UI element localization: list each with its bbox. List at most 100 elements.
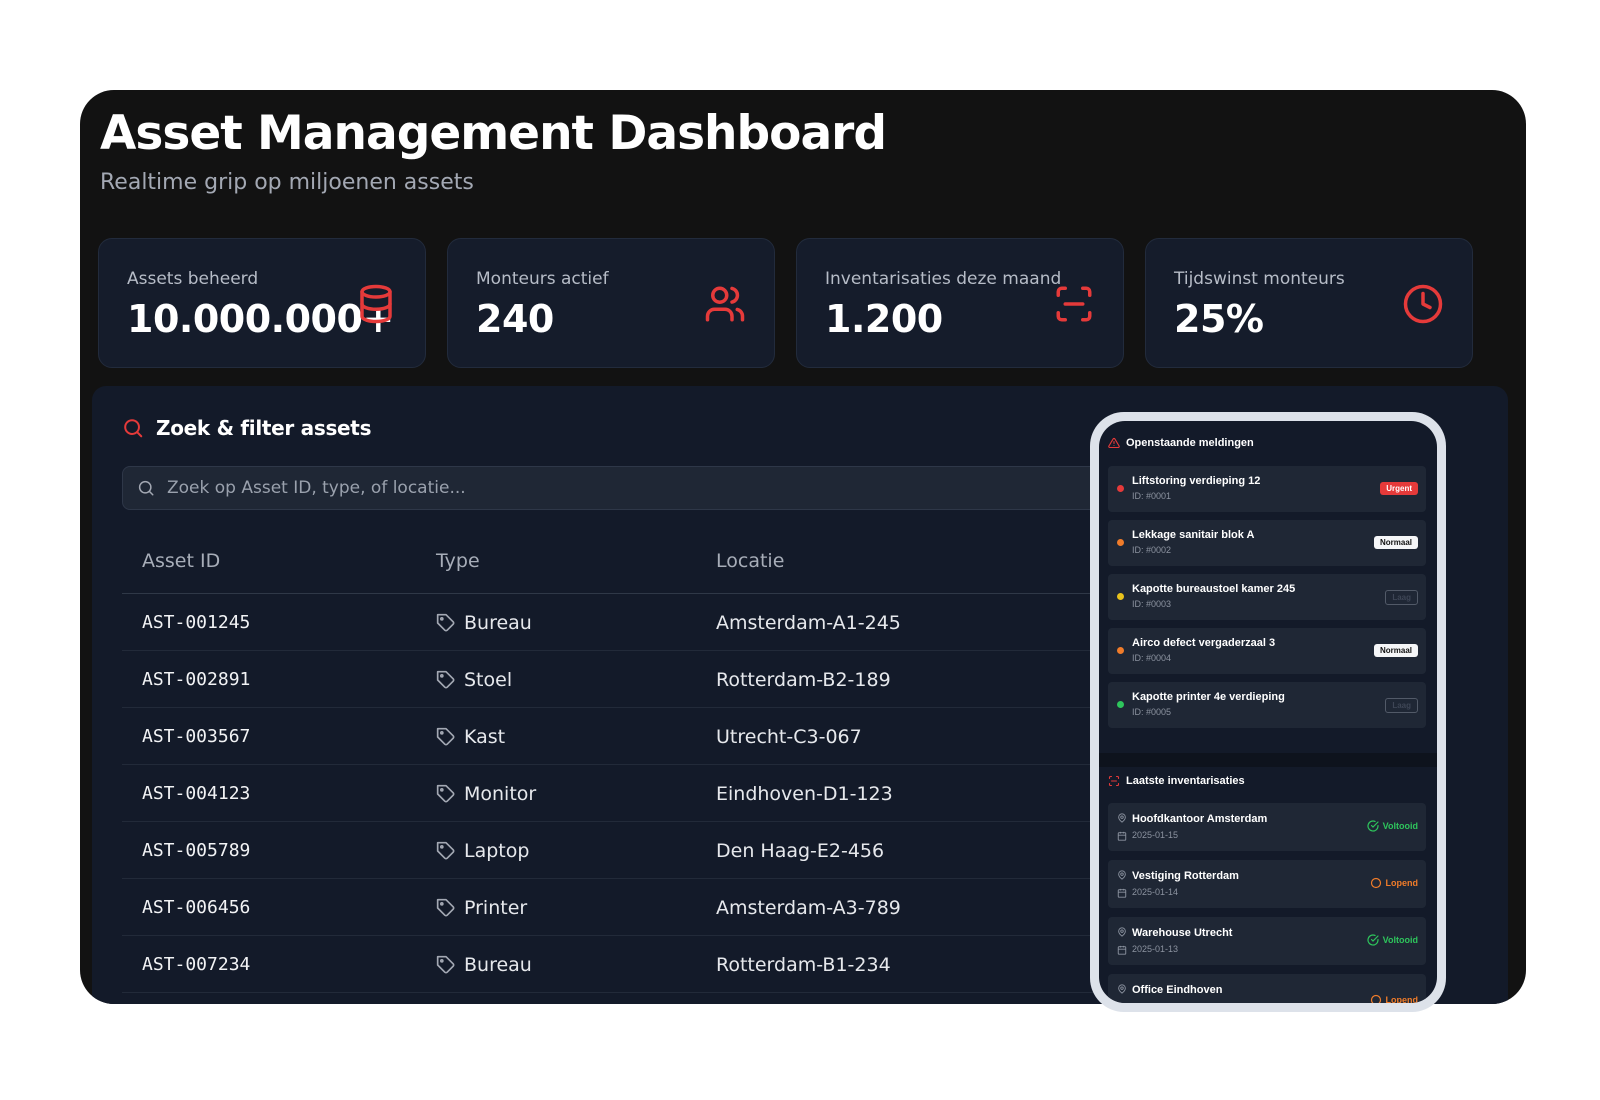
alert-id: ID: #0004 [1132, 653, 1172, 663]
inventory-status: Voltooid [1367, 934, 1418, 946]
alert-title: Airco defect vergaderzaal 3 [1132, 637, 1276, 649]
type-cell: Kast [436, 726, 505, 748]
alert-title: Lekkage sanitair blok A [1132, 529, 1255, 541]
table-row[interactable]: AST-001245 Bureau Amsterdam-A1-245 [122, 594, 1162, 651]
stat-value: 240 [476, 297, 554, 341]
stat-value: 25% [1174, 297, 1264, 341]
circle-icon [1370, 877, 1381, 889]
column-header-location[interactable]: Locatie [716, 550, 784, 572]
location-cell: Rotterdam-B2-189 [716, 669, 891, 691]
type-cell: Bureau [436, 612, 532, 634]
location-cell: Utrecht-C3-067 [716, 726, 862, 748]
stat-label: Monteurs actief [476, 269, 609, 289]
priority-badge: Laag [1385, 698, 1418, 713]
inventory-item[interactable]: Warehouse Utrecht 2025-01-13 Voltooid [1108, 917, 1426, 965]
inventories-title: Laatste inventarisaties [1126, 775, 1245, 787]
priority-badge: Normaal [1373, 644, 1418, 657]
alert-id: ID: #0001 [1132, 491, 1172, 501]
clock-icon [1403, 284, 1443, 324]
status-label: Lopend [1385, 878, 1419, 888]
search-input[interactable] [167, 478, 1067, 498]
calendar-icon [1117, 888, 1127, 898]
inventory-item[interactable]: Office Eindhoven Lopend [1108, 974, 1426, 1003]
alert-title: Kapotte printer 4e verdieping [1132, 691, 1285, 703]
inventory-item[interactable]: Vestiging Rotterdam 2025-01-14 Lopend [1108, 860, 1426, 908]
column-header-asset-id[interactable]: Asset ID [142, 550, 220, 572]
page-subtitle: Realtime grip op miljoenen assets [100, 170, 474, 195]
alert-item[interactable]: Kapotte bureaustoel kamer 245 ID: #0003 … [1108, 574, 1426, 620]
stat-card-mechanics: Monteurs actief 240 [447, 238, 775, 368]
table-row[interactable]: AST-006456 Printer Amsterdam-A3-789 [122, 879, 1162, 936]
calendar-icon [1117, 831, 1127, 841]
inventory-date: 2025-01-14 [1132, 887, 1179, 897]
stat-value: 1.200 [825, 297, 943, 341]
inventory-status: Voltooid [1367, 820, 1418, 832]
inventory-title: Hoofdkantoor Amsterdam [1132, 813, 1268, 825]
stat-card-time-saved: Tijdswinst monteurs 25% [1145, 238, 1473, 368]
alerts-header: Openstaande meldingen [1108, 437, 1254, 449]
type-label: Stoel [464, 669, 513, 691]
users-icon [705, 286, 745, 322]
location-cell: Den Haag-E2-456 [716, 840, 885, 862]
type-label: Laptop [464, 840, 530, 862]
location-cell: Amsterdam-A3-789 [716, 897, 901, 919]
alert-id: ID: #0003 [1132, 599, 1172, 609]
panel-header: Zoek & filter assets [122, 416, 371, 440]
asset-id-cell: AST-005789 [142, 840, 251, 861]
table-row[interactable]: AST-007234 Bureau Rotterdam-B1-234 [122, 936, 1162, 993]
priority-badge: Laag [1385, 590, 1418, 605]
table-row[interactable]: AST-002891 Stoel Rotterdam-B2-189 [122, 651, 1162, 708]
calendar-icon [1117, 945, 1127, 955]
type-label: Bureau [464, 612, 532, 634]
location-cell: Rotterdam-B1-234 [716, 954, 891, 976]
type-cell: Laptop [436, 840, 529, 862]
inventory-title: Vestiging Rotterdam [1132, 870, 1239, 882]
type-cell: Bureau [436, 954, 532, 976]
stat-label: Tijdswinst monteurs [1174, 269, 1345, 289]
table-row[interactable]: AST-003567 Kast Utrecht-C3-067 [122, 708, 1162, 765]
phone-screen: Openstaande meldingen Liftstoring verdie… [1099, 421, 1437, 1003]
database-icon [360, 284, 392, 324]
status-label: Voltooid [1382, 935, 1418, 945]
table-row[interactable]: AST-004123 Monitor Eindhoven-D1-123 [122, 765, 1162, 822]
tag-icon [436, 955, 455, 974]
tag-icon [436, 613, 455, 632]
priority-dot [1117, 485, 1124, 492]
inventory-date: 2025-01-15 [1132, 830, 1179, 840]
table-row[interactable]: AST-005789 Laptop Den Haag-E2-456 [122, 822, 1162, 879]
alerts-title: Openstaande meldingen [1126, 437, 1254, 449]
type-cell: Printer [436, 897, 527, 919]
asset-id-cell: AST-003567 [142, 726, 251, 747]
alert-title: Liftstoring verdieping 12 [1132, 475, 1261, 487]
inventory-item[interactable]: Hoofdkantoor Amsterdam 2025-01-15 Voltoo… [1108, 803, 1426, 851]
tag-icon [436, 727, 455, 746]
alert-item[interactable]: Kapotte printer 4e verdieping ID: #0005 … [1108, 682, 1426, 728]
phone-mockup: Openstaande meldingen Liftstoring verdie… [1090, 412, 1446, 1012]
inventory-status: Lopend [1370, 994, 1419, 1003]
stat-value: 10.000.000+ [127, 297, 394, 341]
map-pin-icon [1118, 870, 1126, 880]
priority-badge: Urgent [1380, 482, 1418, 495]
priority-dot [1117, 647, 1124, 654]
check-circle-icon [1367, 934, 1379, 946]
column-header-type[interactable]: Type [436, 550, 480, 572]
location-cell: Eindhoven-D1-123 [716, 783, 893, 805]
type-label: Monitor [464, 783, 537, 805]
map-pin-icon [1118, 984, 1126, 994]
type-cell: Monitor [436, 783, 536, 805]
priority-badge: Normaal [1373, 536, 1418, 549]
inventory-date: 2025-01-13 [1132, 944, 1179, 954]
inventory-status: Lopend [1370, 877, 1419, 889]
inventory-title: Warehouse Utrecht [1132, 927, 1233, 939]
asset-id-cell: AST-007234 [142, 954, 251, 975]
section-divider [1099, 753, 1437, 767]
type-label: Printer [464, 897, 528, 919]
alert-item[interactable]: Lekkage sanitair blok A ID: #0002 Normaa… [1108, 520, 1426, 566]
alert-item[interactable]: Liftstoring verdieping 12 ID: #0001 Urge… [1108, 466, 1426, 512]
asset-id-cell: AST-004123 [142, 783, 251, 804]
tag-icon [436, 784, 455, 803]
alert-item[interactable]: Airco defect vergaderzaal 3 ID: #0004 No… [1108, 628, 1426, 674]
status-label: Lopend [1385, 995, 1419, 1003]
asset-id-cell: AST-002891 [142, 669, 251, 690]
search-bar[interactable] [122, 466, 1162, 510]
